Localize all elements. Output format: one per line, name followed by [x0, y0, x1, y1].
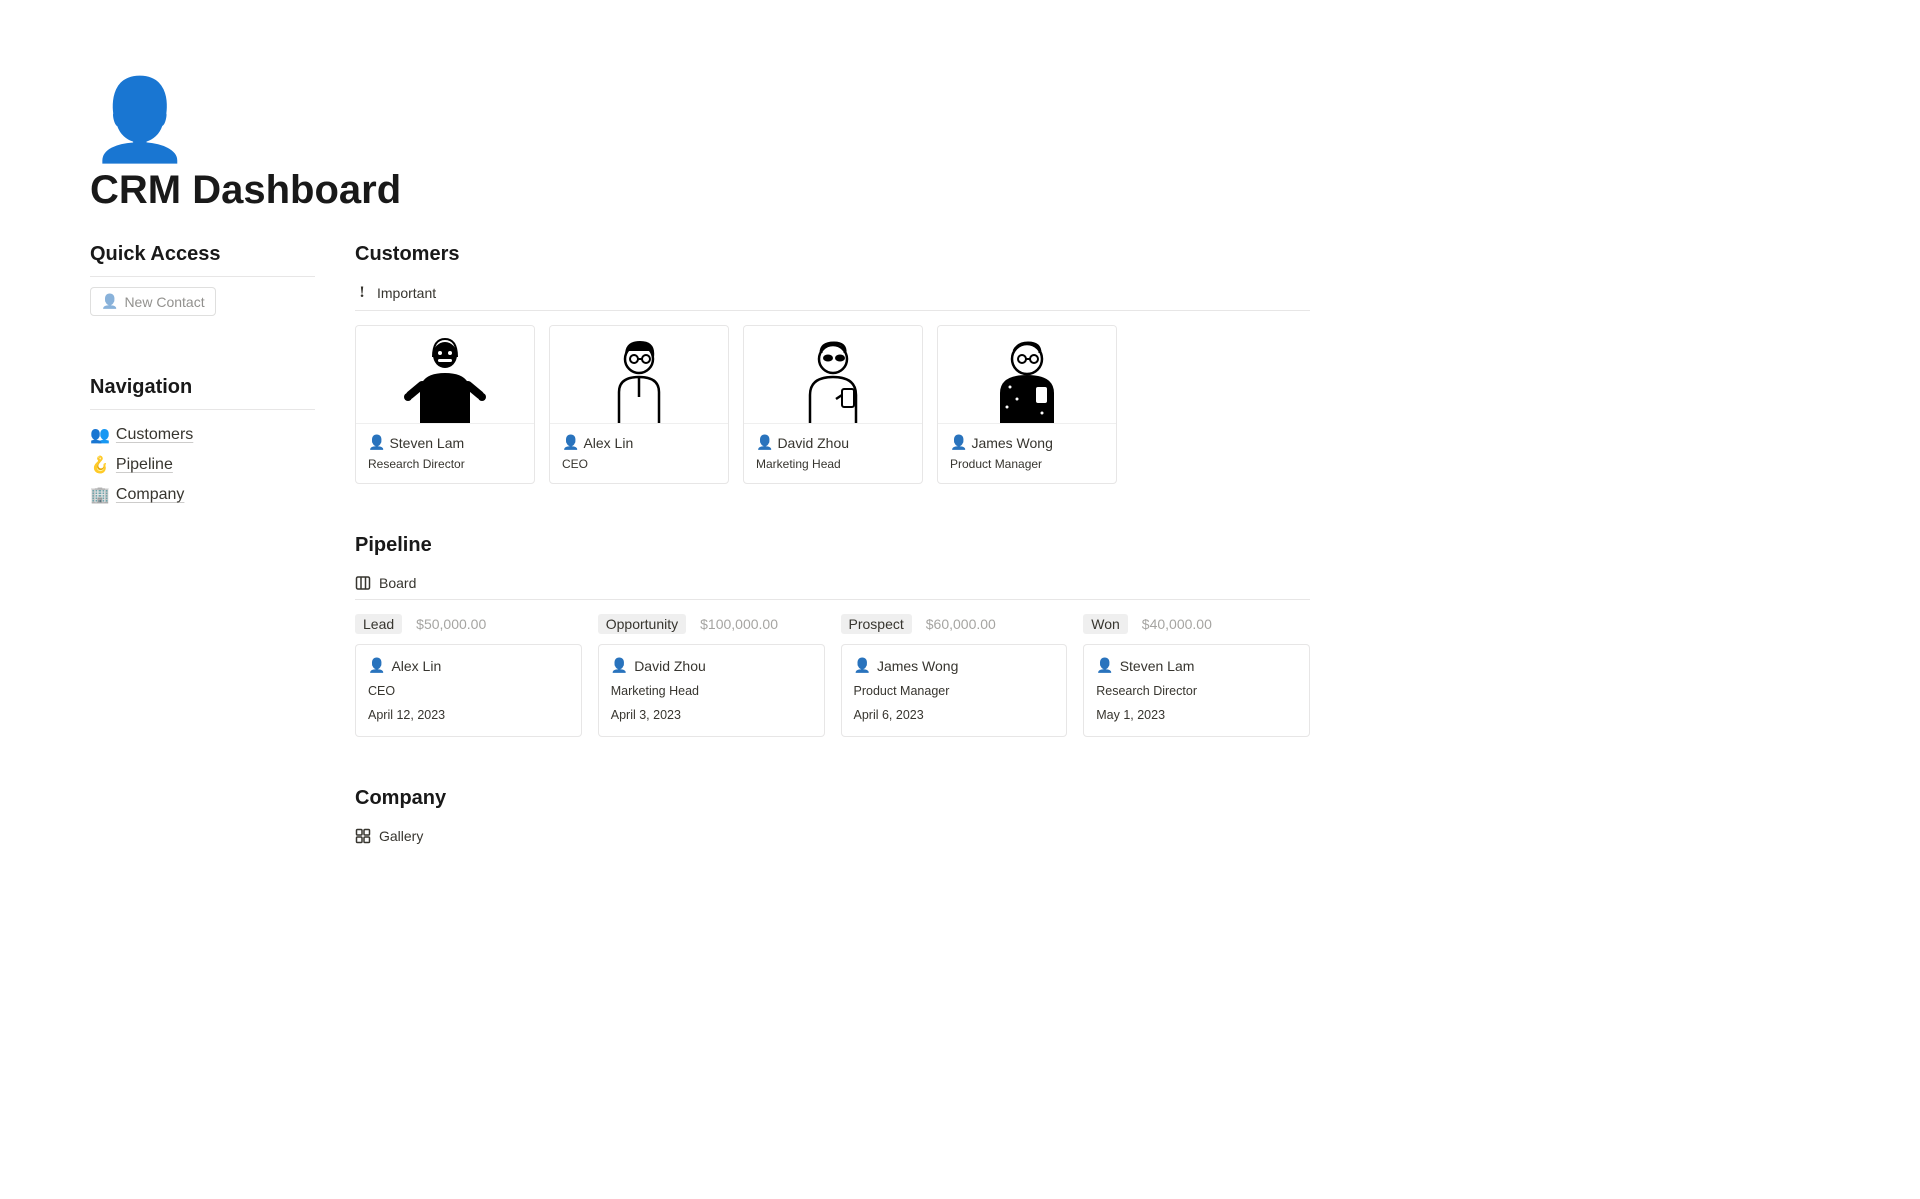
building-icon: 🏢 — [90, 485, 110, 505]
divider — [90, 409, 315, 410]
divider — [90, 276, 315, 277]
person-icon: 👤 — [101, 293, 118, 310]
column-tag[interactable]: Opportunity — [598, 614, 686, 634]
view-label: Gallery — [379, 828, 423, 844]
person-icon: 👤 — [368, 657, 385, 674]
pipeline-card-role: Marketing Head — [611, 684, 812, 698]
customer-name: David Zhou — [777, 435, 849, 451]
pipeline-card-name: Steven Lam — [1120, 658, 1195, 674]
customer-role: CEO — [562, 457, 716, 471]
customer-avatar-illustration — [550, 326, 728, 424]
person-icon: 👤 — [756, 434, 773, 451]
pipeline-header: Pipeline — [355, 534, 1310, 557]
customer-card[interactable]: 👤James Wong Product Manager — [937, 325, 1117, 484]
customer-role: Marketing Head — [756, 457, 910, 471]
customer-card[interactable]: 👤Steven Lam Research Director — [355, 325, 535, 484]
sidebar-item-company[interactable]: 🏢 Company — [90, 480, 315, 510]
customer-card[interactable]: 👤David Zhou Marketing Head — [743, 325, 923, 484]
board-column-won: Won $40,000.00 👤 Steven Lam Research Dire… — [1083, 614, 1310, 737]
customers-header: Customers — [355, 243, 1310, 266]
pipeline-card-date: April 3, 2023 — [611, 708, 812, 722]
column-amount: $50,000.00 — [416, 616, 486, 632]
customer-role: Research Director — [368, 457, 522, 471]
board-icon — [355, 575, 371, 591]
silhouettes-icon: 👥 — [90, 425, 110, 445]
column-amount: $40,000.00 — [1142, 616, 1212, 632]
new-contact-label: New Contact — [124, 294, 204, 310]
pipeline-card[interactable]: 👤 Steven Lam Research Director May 1, 202… — [1083, 644, 1310, 737]
page-title: CRM Dashboard — [90, 168, 1310, 213]
sidebar-item-pipeline[interactable]: 🪝 Pipeline — [90, 450, 315, 480]
company-header: Company — [355, 787, 1310, 810]
sidebar-item-label: Pipeline — [116, 456, 173, 474]
customer-role: Product Manager — [950, 457, 1104, 471]
sidebar-item-label: Company — [116, 486, 184, 504]
gallery-icon — [355, 828, 371, 844]
pipeline-card[interactable]: 👤 Alex Lin CEO April 12, 2023 — [355, 644, 582, 737]
customer-card[interactable]: 👤Alex Lin CEO — [549, 325, 729, 484]
pipeline-card-date: April 12, 2023 — [368, 708, 569, 722]
pipeline-card-role: Research Director — [1096, 684, 1297, 698]
person-icon: 👤 — [562, 434, 579, 451]
customer-name: Alex Lin — [583, 435, 633, 451]
new-contact-button[interactable]: 👤 New Contact — [90, 287, 216, 316]
sidebar-item-customers[interactable]: 👥 Customers — [90, 420, 315, 450]
exclamation-icon: ! — [355, 284, 369, 302]
person-icon: 👤 — [950, 434, 967, 451]
pipeline-card-name: Alex Lin — [391, 658, 441, 674]
person-icon: 👤 — [1096, 657, 1113, 674]
quick-access-header: Quick Access — [90, 243, 315, 266]
pipeline-card-role: Product Manager — [854, 684, 1055, 698]
customer-name: James Wong — [971, 435, 1052, 451]
board-column-prospect: Prospect $60,000.00 👤 James Wong Product … — [841, 614, 1068, 737]
view-tab-board[interactable]: Board — [355, 567, 1310, 600]
pipeline-card-date: May 1, 2023 — [1096, 708, 1297, 722]
page-hero-icon[interactable]: 👤 — [90, 80, 1310, 160]
customer-avatar-illustration — [744, 326, 922, 424]
column-tag[interactable]: Lead — [355, 614, 402, 634]
column-tag[interactable]: Won — [1083, 614, 1128, 634]
board-column-opportunity: Opportunity $100,000.00 👤 David Zhou Mark… — [598, 614, 825, 737]
person-icon: 👤 — [368, 434, 385, 451]
view-label: Important — [377, 285, 436, 301]
pipeline-card-name: David Zhou — [634, 658, 706, 674]
hook-icon: 🪝 — [90, 455, 110, 475]
customer-avatar-illustration — [356, 326, 534, 424]
view-label: Board — [379, 575, 416, 591]
pipeline-card[interactable]: 👤 David Zhou Marketing Head April 3, 2023 — [598, 644, 825, 737]
column-amount: $100,000.00 — [700, 616, 778, 632]
column-amount: $60,000.00 — [926, 616, 996, 632]
pipeline-card[interactable]: 👤 James Wong Product Manager April 6, 202… — [841, 644, 1068, 737]
customer-name: Steven Lam — [389, 435, 464, 451]
person-icon: 👤 — [611, 657, 628, 674]
board-column-lead: Lead $50,000.00 👤 Alex Lin CEO April 12, … — [355, 614, 582, 737]
navigation-header: Navigation — [90, 376, 315, 399]
sidebar-item-label: Customers — [116, 426, 193, 444]
pipeline-card-role: CEO — [368, 684, 569, 698]
pipeline-card-name: James Wong — [877, 658, 958, 674]
nav-list: 👥 Customers 🪝 Pipeline 🏢 Company — [90, 420, 315, 510]
column-tag[interactable]: Prospect — [841, 614, 912, 634]
view-tab-important[interactable]: ! Important — [355, 276, 1310, 311]
pipeline-card-date: April 6, 2023 — [854, 708, 1055, 722]
view-tab-gallery[interactable]: Gallery — [355, 820, 1310, 852]
customer-avatar-illustration — [938, 326, 1116, 424]
person-icon: 👤 — [854, 657, 871, 674]
